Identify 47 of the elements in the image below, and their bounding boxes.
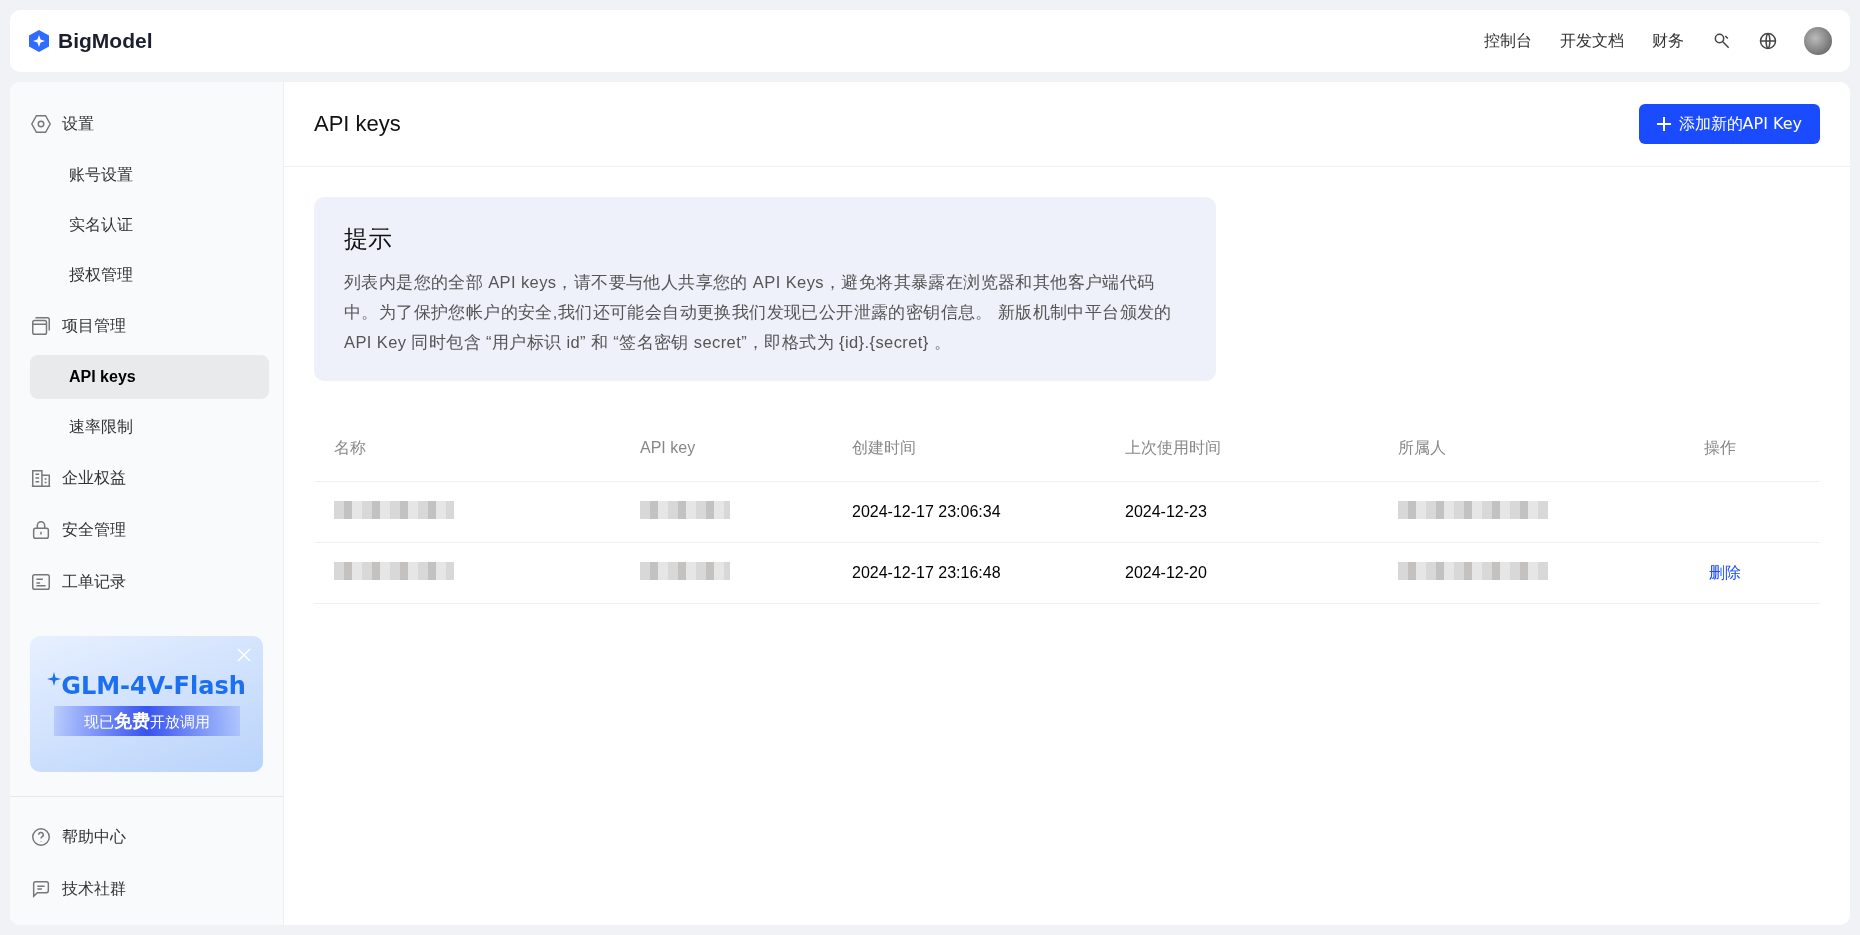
column-header: 操作: [1704, 437, 1737, 458]
logo-icon: [28, 29, 50, 53]
column-header: API key: [640, 439, 697, 457]
search-icon[interactable]: [1712, 31, 1732, 51]
nav-link[interactable]: 控制台: [1484, 30, 1532, 52]
nav-link[interactable]: 开发文档: [1560, 30, 1624, 52]
building-icon: [30, 467, 52, 489]
nav-link[interactable]: 财务: [1652, 30, 1684, 52]
sidebar-item[interactable]: 安全管理: [30, 509, 269, 551]
window-icon: [30, 315, 52, 337]
sidebar-subitem[interactable]: 授权管理: [30, 253, 269, 297]
settings-icon: [30, 113, 52, 135]
sidebar-item[interactable]: 工单记录: [30, 561, 269, 603]
sidebar-item[interactable]: 帮助中心: [30, 816, 269, 858]
promo-subtitle: 现已免费开放调用: [53, 706, 240, 736]
plus-icon: [1656, 117, 1671, 131]
table-cell-text: 2024-12-17 23:16:48: [852, 564, 1002, 582]
chat-icon: [30, 878, 52, 900]
sparkle-icon: [47, 672, 62, 686]
table-cell-text: 2024-12-20: [1125, 564, 1208, 582]
logo-text: BigModel: [58, 29, 153, 53]
column-header: 名称: [334, 437, 367, 458]
sidebar-item[interactable]: 项目管理: [30, 305, 269, 347]
table-cell-text: 2024-12-17 23:06:34: [852, 503, 1002, 521]
column-header: 创建时间: [852, 437, 917, 458]
notice-title: 提示: [344, 224, 393, 255]
sidebar-subitem[interactable]: 实名认证: [30, 203, 269, 247]
avatar[interactable]: [1804, 27, 1832, 55]
notice-text: 列表内是您的全部 API keys，请不要与他人共享您的 API Keys，避免将其暴露在浏览器和其他客户端代码中。为了保护您帐户的安全,我们还可能会自动更换我们发现已公开泄露的密钥信息。 新版机制中平台颁发的 API Key 同时包含 “用户标识 id” 和 “签名密钥 secret”，即格式为 {id}.{secret} 。: [344, 272, 1173, 353]
sidebar-item[interactable]: 设置: [30, 103, 269, 145]
sidebar-subitem[interactable]: API keys: [30, 355, 269, 399]
sidebar-subitem[interactable]: 速率限制: [30, 405, 269, 449]
column-header: 上次使用时间: [1125, 437, 1222, 458]
table-cell-text: 2024-12-23: [1125, 503, 1208, 521]
help-icon: [30, 826, 52, 848]
sidebar-item[interactable]: 企业权益: [30, 457, 269, 499]
page-title: API keys: [314, 111, 401, 137]
promo-card[interactable]: GLM-4V-Flash 现已免费开放调用: [30, 636, 263, 772]
delete-link[interactable]: 删除: [1709, 562, 1741, 582]
globe-icon[interactable]: [1758, 31, 1778, 51]
column-header: 所属人: [1398, 437, 1447, 458]
ticket-icon: [30, 571, 52, 593]
sidebar-item[interactable]: 技术社群: [30, 868, 269, 910]
promo-title: GLM-4V-Flash: [61, 672, 246, 700]
sidebar-subitem[interactable]: 账号设置: [30, 153, 269, 197]
lock-icon: [30, 519, 52, 541]
add-key-button[interactable]: 添加新的API Key: [1638, 104, 1820, 144]
